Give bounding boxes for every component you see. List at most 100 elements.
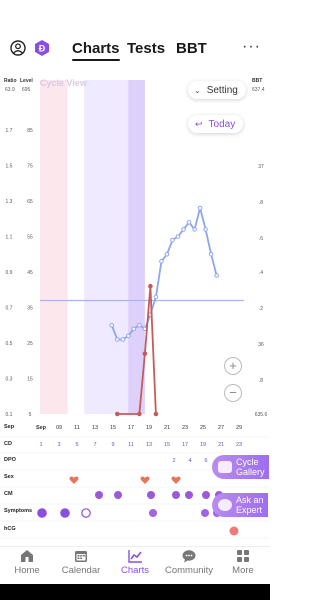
community-icon [182,550,196,563]
cm-icon[interactable] [172,491,180,499]
ratio-data-point[interactable] [153,294,159,300]
cd-value: 13 [146,442,152,448]
setting-button[interactable]: ⌄ Setting [188,81,246,99]
date-tick-label: 19 [146,425,152,431]
date-tick-label: 09 [56,425,62,431]
ratio-data-point[interactable] [208,251,214,257]
date-tick-label: 25 [200,425,206,431]
ratio-tick-label: 1.5 [6,164,13,170]
level-tick-label: 85 [27,128,33,134]
level-tick-label: 5 [29,412,32,418]
ratio-data-point[interactable] [120,337,126,342]
level-data-point[interactable] [137,411,142,417]
level-tick-label: 65 [27,199,33,205]
ratio-data-point[interactable] [164,251,170,257]
level-data-point[interactable] [142,351,148,356]
ratio-tick-label: 0.3 [6,377,13,383]
level-tick-label: 35 [27,306,33,312]
date-tick-label: 17 [128,425,134,431]
ratio-data-point[interactable] [203,227,208,232]
nav-home-label: Home [14,565,40,576]
today-label: Today [208,118,236,130]
bbt-tick-label: .6 [259,236,263,242]
nav-calendar[interactable]: Calendar [54,549,108,576]
cm-icon[interactable] [114,491,122,499]
level-tick-label: 15 [27,377,33,383]
setting-label: Setting [206,84,238,96]
date-tick-label: 29 [236,425,242,431]
symptom-icon[interactable] [149,509,157,517]
nav-community[interactable]: Community [162,549,216,576]
nav-charts[interactable]: Charts [108,549,162,576]
ratio-data-point[interactable] [192,227,197,232]
zoom-in-button[interactable]: + [224,357,242,375]
level-tick-label: 75 [27,164,33,170]
today-button[interactable]: ↩ Today [188,115,244,133]
bbt-tick-label: 37 [258,164,264,170]
dpo-value: 6 [204,458,207,464]
more-grid-icon [237,550,249,562]
cd-value: 9 [111,442,114,448]
date-tick-label: 23 [182,425,188,431]
ratio-data-point[interactable] [126,333,131,339]
heart-icon[interactable] [171,476,181,484]
nav-home[interactable]: Home [0,549,54,576]
row-label-symptoms: Symptoms [4,508,33,514]
symptom-icon[interactable] [81,508,91,518]
nav-community-label: Community [164,565,214,576]
date-tick-label: 27 [218,425,224,431]
dpo-value: 4 [188,458,191,464]
ratio-data-point[interactable] [109,322,115,328]
ratio-data-point[interactable] [214,273,219,278]
symptom-icon[interactable] [37,508,47,518]
level-data-point[interactable] [153,411,159,417]
minus-icon: − [229,385,237,400]
cycle-gallery-line2: Gallery [236,467,265,477]
gallery-icon [218,461,232,473]
hcg-negative-icon[interactable] [229,526,239,536]
heart-icon[interactable] [69,476,79,484]
cm-icon[interactable] [185,491,193,499]
nav-more-label: More [232,565,254,576]
charts-screen: { "header": { "tabs": [ {"label": "Chart… [0,0,270,600]
row-label-cm: CM [4,491,13,497]
cm-icon[interactable] [95,491,103,499]
ratio-tick-label: 1.1 [6,235,13,241]
ratio-data-point[interactable] [159,259,164,264]
ratio-data-point[interactable] [131,326,137,332]
ratio-data-point[interactable] [175,234,181,239]
cycle-gallery-button[interactable]: Cycle Gallery [212,455,269,479]
cd-value: 15 [164,442,170,448]
symptom-icon[interactable] [201,509,209,517]
ratio-data-point[interactable] [114,337,120,342]
ask-expert-line2: Expert [236,505,263,515]
ratio-tick-label: 0.5 [6,341,13,347]
level-data-point[interactable] [114,411,120,417]
nav-more[interactable]: More [216,549,270,576]
phase-band [40,80,68,414]
heart-icon[interactable] [140,476,150,484]
row-label-sex: Sex [4,474,14,480]
return-icon: ↩ [195,118,203,129]
ratio-data-point[interactable] [197,205,203,211]
date-tick-label: 15 [110,425,116,431]
ratio-data-point[interactable] [170,237,175,243]
bbt-tick-label: 36 [258,342,264,348]
ratio-data-point[interactable] [137,322,142,328]
cm-icon[interactable] [202,491,210,499]
bottom-navigation: Home Calendar Charts Community More [0,546,270,584]
row-label-dpo: DPO [4,457,16,463]
zoom-out-button[interactable]: − [224,384,242,402]
ratio-data-point[interactable] [186,220,192,225]
ask-expert-button[interactable]: Ask an Expert [212,493,268,517]
ratio-tick-label: 0.9 [6,270,13,276]
symptom-icon[interactable] [60,508,70,518]
home-icon [21,550,33,562]
cd-value: 5 [75,442,78,448]
ratio-data-point[interactable] [181,227,186,232]
level-tick-label: 25 [27,341,33,347]
chevron-down-icon: ⌄ [194,85,201,95]
date-tick-label: 13 [92,425,98,431]
level-data-point[interactable] [148,283,153,289]
cm-icon[interactable] [147,491,155,499]
